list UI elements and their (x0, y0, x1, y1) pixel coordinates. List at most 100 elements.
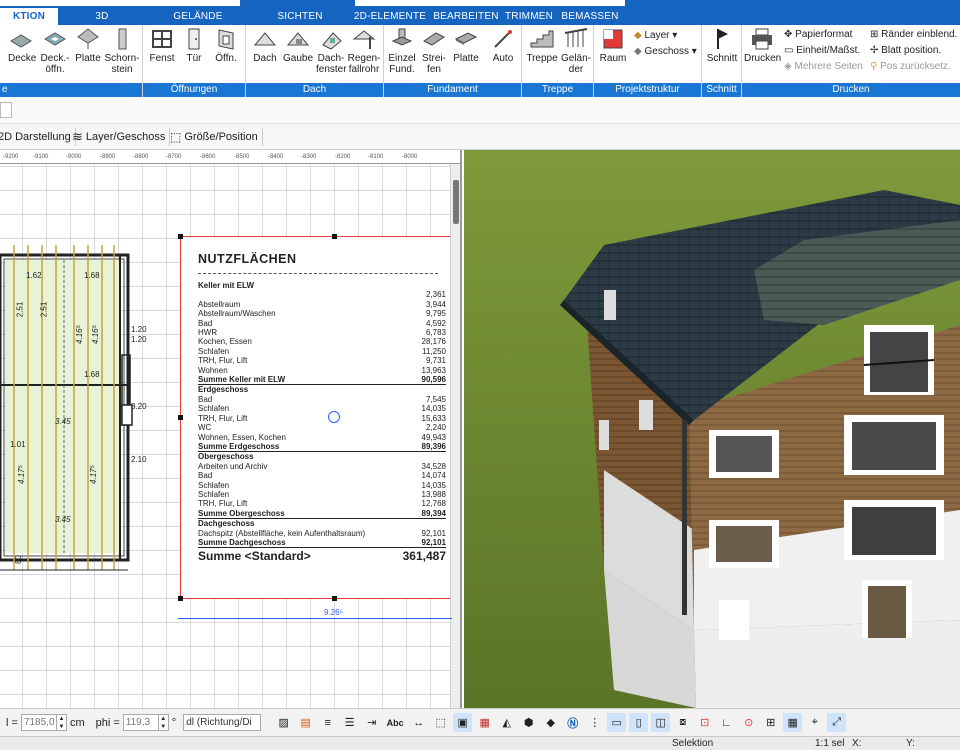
tab-sichten[interactable]: SICHTEN (250, 8, 350, 25)
object-toolbar: 2D Darstellung ≋ Layer/Geschoss ⬚ Größe/Po… (0, 124, 960, 150)
dimension-icon[interactable]: ⇥ (362, 713, 381, 732)
resize-handle[interactable] (332, 234, 337, 239)
snap-icon[interactable]: ⌖ (805, 713, 824, 732)
oeffnung-button[interactable]: Öffn. (211, 27, 241, 64)
groesse-position-button[interactable]: ⬚ Größe/Position (170, 128, 263, 146)
schnitt-label: Schnitt (706, 53, 738, 64)
hatch-icon[interactable]: ▨ (274, 713, 293, 732)
view-7-icon[interactable]: ⊙ (739, 713, 758, 732)
expand-icon[interactable]: ⤢ (827, 713, 847, 732)
grid-icon[interactable]: ▦ (783, 713, 803, 732)
dimension-label: 4.16⁵ (90, 325, 100, 344)
fill-bucket-icon[interactable]: ◭ (497, 713, 516, 732)
einzelfundament-button[interactable]: Einzel Fund. (386, 27, 418, 75)
text-abc-icon[interactable]: Abc (384, 713, 406, 732)
line-weight-icon[interactable]: ≡ (318, 713, 337, 732)
frame-icon[interactable]: ⬚ (431, 713, 450, 732)
fill-icon[interactable]: ▤ (296, 713, 315, 732)
raender-button[interactable]: ⊞ Ränder einblend. (870, 28, 957, 41)
sheet-position-icon: ✢ (870, 45, 879, 56)
tab-konstruktion[interactable]: KTION (0, 8, 58, 25)
resize-handle[interactable] (178, 415, 183, 420)
view-6-icon[interactable]: ∟ (717, 713, 736, 732)
direction-select[interactable]: dl (Richtung/Di (183, 714, 262, 731)
phi-spinner[interactable]: ▲ ▼ (158, 714, 169, 731)
table-row: Schlafen 14,035 (198, 481, 446, 490)
table-cell-value: 3,944 (425, 299, 446, 309)
object-selector[interactable] (0, 102, 12, 118)
layer-geschoss-button[interactable]: ≋ Layer/Geschoss (72, 128, 171, 146)
schornstein-button[interactable]: Schorn-stein (104, 27, 140, 75)
raum-button[interactable]: Raum (598, 27, 628, 64)
gelaender-button[interactable]: Gelän-der (560, 27, 592, 75)
3d-house-render (464, 150, 960, 708)
gaube-button[interactable]: Gaube (282, 27, 314, 64)
tab-trimmen[interactable]: TRIMMEN (502, 8, 556, 25)
streifenfundament-button[interactable]: Strei-fen (420, 27, 448, 75)
tab-bearbeiten[interactable]: BEARBEITEN (430, 8, 502, 25)
box-icon[interactable]: ▣ (453, 713, 473, 732)
3d-view[interactable] (464, 150, 960, 708)
dimension-label: 2.51 (15, 301, 25, 318)
resize-handle[interactable] (178, 234, 183, 239)
layer-stack-icon[interactable]: ◆ (541, 713, 560, 732)
table-row: Bad 4,592 (198, 319, 446, 328)
dach-button[interactable]: Dach (250, 27, 280, 64)
view-3-icon[interactable]: ◫ (651, 713, 671, 732)
dimension-label: 4.17⁵ (16, 465, 26, 484)
phi-input[interactable]: 119,3 (122, 714, 159, 731)
resize-handle[interactable] (332, 596, 337, 601)
tab-3d[interactable]: 3D (58, 8, 146, 25)
table-cell-room: Abstellraum/Waschen (198, 309, 276, 319)
fundamentplatte-button[interactable]: Platte (450, 27, 482, 64)
blatt-position-button[interactable]: ✢ Blatt position. (870, 44, 941, 57)
plan-view[interactable]: -9200 -9100 -9000 -8900 -8800 -8700 -860… (0, 150, 462, 708)
treppe-button[interactable]: Treppe (526, 27, 558, 64)
layer-dropdown[interactable]: ◆ Layer ▾ (634, 29, 677, 42)
stairs-icon (530, 30, 554, 48)
pattern-icon[interactable]: ⬢ (519, 713, 538, 732)
platte-button[interactable]: Platte (74, 27, 102, 64)
regenfallrohr-button[interactable]: Regen-fallrohr (346, 27, 382, 75)
roof-icon (253, 32, 277, 46)
scroll-thumb[interactable] (453, 180, 459, 224)
tab-gelaende[interactable]: GELÄNDE (146, 8, 250, 25)
pos-label: Pos zurücksetz. (880, 61, 951, 72)
view-5-icon[interactable]: ⊡ (695, 713, 714, 732)
table-row: Wohnen 13,963 (198, 366, 446, 375)
brick-icon[interactable]: ▦ (475, 713, 494, 732)
tab-bemassen[interactable]: BEMASSEN (556, 8, 624, 25)
length-spinner[interactable]: ▲ ▼ (56, 714, 67, 731)
deckenoeffnung-button[interactable]: Deck.- öffn. (38, 27, 72, 75)
papierformat-button[interactable]: ✥ Papierformat (784, 28, 852, 41)
area-table[interactable]: NUTZFLÄCHEN Keller mit ELW 2,361 Abstellra… (180, 236, 450, 599)
north-icon[interactable]: Ⓝ (563, 713, 582, 732)
view-2-icon[interactable]: ▯ (629, 713, 649, 732)
vertical-scrollbar[interactable] (450, 164, 460, 708)
schnitt-button[interactable]: Schnitt (705, 27, 739, 64)
table-row: TRH, Flur, Lift 12,768 (198, 499, 446, 508)
fenster-button[interactable]: Fenst (147, 27, 177, 64)
line-style-icon[interactable]: ☰ (340, 713, 359, 732)
table-cell-value: 14,074 (421, 471, 446, 481)
2d-darstellung-button[interactable]: 2D Darstellung (0, 128, 76, 146)
length-input[interactable]: 7185,0 (20, 714, 57, 731)
pos-reset-button[interactable]: ⚲ Pos zurücksetz. (870, 60, 951, 73)
auto-fundament-button[interactable]: Auto (488, 27, 518, 64)
mehrere-seiten-button[interactable]: ◈ Mehrere Seiten (784, 60, 863, 73)
resize-handle[interactable] (178, 596, 183, 601)
geschoss-dropdown[interactable]: ◆ Geschoss ▾ (634, 45, 697, 58)
dachfenster-button[interactable]: Dach-fenster (316, 27, 347, 75)
drucken-button[interactable]: Drucken (744, 27, 781, 64)
tab-2d-elemente[interactable]: 2D-ELEMENTE (350, 8, 430, 25)
view-1-icon[interactable]: ▭ (607, 713, 627, 732)
table-sum-row: Summe Obergeschoss 89,394 (198, 509, 446, 520)
phi-label: phi = (95, 716, 120, 729)
view-4-icon[interactable]: ⧇ (673, 713, 692, 732)
einheit-button[interactable]: ▭ Einheit/Maßst. (784, 44, 860, 57)
decke-button[interactable]: Decke (8, 27, 36, 64)
measure-icon[interactable]: ↔ (409, 713, 428, 732)
view-8-icon[interactable]: ⊞ (761, 713, 780, 732)
table-cell-room: Schlafen (198, 480, 230, 490)
tuer-button[interactable]: Tür (181, 27, 207, 64)
